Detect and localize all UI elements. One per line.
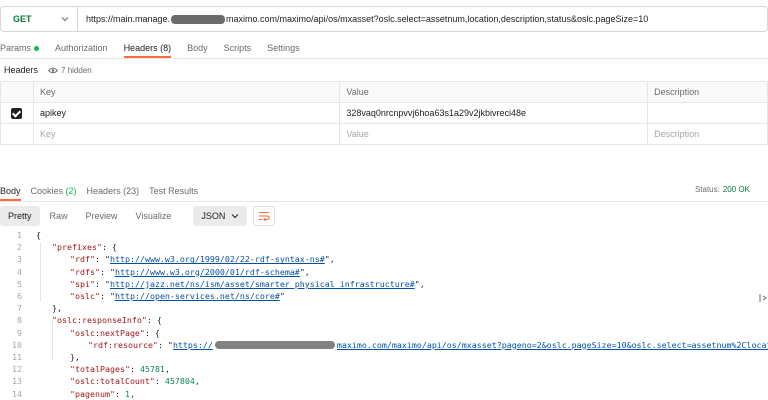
line-number: 4 bbox=[17, 266, 22, 277]
request-tabs: Params Authorization Headers (8) Body Sc… bbox=[0, 40, 316, 58]
new-key-input[interactable]: Key bbox=[32, 123, 341, 145]
line-number: 11 bbox=[12, 352, 22, 362]
line-number: 2 bbox=[17, 242, 22, 253]
status-value: 200 OK bbox=[722, 185, 750, 194]
code-line: "rdf:resource": "https://maximo.com/maxi… bbox=[88, 339, 768, 350]
column-header-value: Value bbox=[339, 81, 649, 103]
code-line: "prefixes": { bbox=[52, 242, 117, 253]
view-visualize-button[interactable]: Visualize bbox=[128, 206, 180, 226]
url-prefix: https://main.manage. bbox=[86, 14, 171, 24]
code-line: "rdfs": "http://www.w3.org/2000/01/rdf-s… bbox=[70, 266, 310, 277]
line-number: 10 bbox=[12, 339, 22, 350]
line-number: 14 bbox=[12, 388, 22, 399]
tab-scripts[interactable]: Scripts bbox=[224, 43, 252, 53]
divider bbox=[0, 201, 768, 202]
redacted-block bbox=[214, 341, 335, 350]
line-number: 6 bbox=[17, 291, 22, 301]
table-header-row: Key Value Description bbox=[0, 81, 768, 103]
tab-response-headers[interactable]: Headers (23) bbox=[87, 186, 140, 196]
tab-headers[interactable]: Headers (8) bbox=[123, 43, 171, 58]
url-input[interactable]: https://main.manage. maximo.com/maximo/a… bbox=[77, 6, 768, 32]
wrap-lines-icon bbox=[259, 211, 270, 221]
tab-body[interactable]: Body bbox=[187, 43, 208, 53]
status-label: Status: bbox=[694, 185, 720, 194]
hidden-count: 7 hidden bbox=[61, 65, 92, 75]
method-select[interactable]: GET bbox=[0, 6, 77, 32]
code-line: }, bbox=[52, 303, 62, 314]
line-number: 1 bbox=[17, 230, 22, 240]
tab-response-body[interactable]: Body bbox=[0, 186, 21, 201]
tab-test-results[interactable]: Test Results bbox=[149, 186, 198, 196]
headers-title: Headers bbox=[4, 65, 39, 75]
code-line: "oslc": "http://open-services.net/ns/cor… bbox=[70, 291, 285, 301]
code-line: "oslc:totalCount": 457804, bbox=[70, 376, 200, 387]
response-view-toolbar: Pretty Raw Preview Visualize JSON bbox=[0, 205, 768, 227]
url-bar: GET https://main.manage. maximo.com/maxi… bbox=[0, 6, 768, 32]
tab-params[interactable]: Params bbox=[0, 43, 40, 53]
tab-cookies[interactable]: Cookies (2) bbox=[31, 186, 77, 196]
column-header-key: Key bbox=[32, 81, 341, 103]
code-line: "oslc:nextPage": { bbox=[70, 327, 160, 338]
checkbox-column-header bbox=[0, 81, 34, 103]
new-value-input[interactable]: Value bbox=[339, 123, 649, 145]
tab-settings[interactable]: Settings bbox=[267, 43, 300, 53]
row-checkbox-cell bbox=[0, 102, 34, 124]
code-line: "pagenum": 1, bbox=[70, 388, 135, 399]
line-number: 7 bbox=[17, 303, 22, 314]
line-number: 12 bbox=[12, 364, 22, 375]
header-value-cell[interactable]: 328vaq0nrcnpvvj6hoa63s1a29v2jkbivreci48e bbox=[339, 102, 649, 124]
url-suffix: maximo.com/maximo/api/os/mxasset?oslc.se… bbox=[226, 14, 649, 24]
active-dot-icon bbox=[34, 46, 40, 52]
method-label: GET bbox=[13, 14, 32, 24]
chevron-down-icon bbox=[61, 17, 69, 22]
status-indicator: Status: 200 OK bbox=[695, 185, 750, 194]
table-row: apikey 328vaq0nrcnpvvj6hoa63s1a29v2jkbiv… bbox=[0, 102, 768, 124]
code-line: "rdf": "http://www.w3.org/1999/02/22-rdf… bbox=[70, 254, 335, 265]
indent-guide bbox=[40, 242, 41, 302]
line-number: 5 bbox=[17, 278, 22, 289]
headers-subheader: Headers 7 hidden bbox=[4, 63, 92, 77]
format-label: JSON bbox=[201, 211, 226, 221]
eye-icon bbox=[48, 67, 59, 73]
code-line: "spi": "http://jazz.net/ns/ism/asset/sma… bbox=[70, 278, 425, 289]
hidden-headers-toggle[interactable]: 7 hidden bbox=[48, 66, 92, 75]
row-checkbox-cell bbox=[0, 123, 34, 145]
code-line: { bbox=[36, 230, 41, 240]
line-number: 3 bbox=[17, 254, 22, 265]
headers-table: Key Value Description apikey 328vaq0nrcn… bbox=[0, 81, 768, 145]
collapse-panel-icon[interactable] bbox=[758, 292, 768, 304]
response-tabs: Body Cookies (2) Headers (23) Test Resul… bbox=[0, 184, 208, 201]
code-line: }, bbox=[70, 352, 80, 362]
header-description-cell[interactable] bbox=[647, 102, 768, 124]
view-preview-button[interactable]: Preview bbox=[78, 206, 126, 226]
tab-authorization[interactable]: Authorization bbox=[55, 43, 108, 53]
code-line: "oslc:responseInfo": { bbox=[52, 315, 162, 326]
new-description-input[interactable]: Description bbox=[647, 123, 768, 145]
enabled-checkbox[interactable] bbox=[11, 107, 23, 119]
indent-guide bbox=[52, 321, 53, 361]
wrap-lines-button[interactable] bbox=[253, 206, 276, 226]
column-header-description: Description bbox=[647, 81, 768, 103]
response-body-code[interactable]: 1 2 3 4 5 6 7 8 9 10 11 12 13 14 { "pref… bbox=[0, 230, 768, 400]
header-key-cell[interactable]: apikey bbox=[32, 102, 341, 124]
format-select[interactable]: JSON bbox=[193, 206, 248, 226]
chevron-down-icon bbox=[232, 214, 239, 219]
code-line: "totalPages": 45781, bbox=[70, 364, 170, 375]
line-number: 8 bbox=[17, 315, 22, 326]
table-row-empty: Key Value Description bbox=[0, 123, 768, 145]
divider bbox=[0, 58, 768, 59]
redacted-block bbox=[171, 14, 226, 24]
line-number: 9 bbox=[17, 327, 22, 338]
view-raw-button[interactable]: Raw bbox=[42, 206, 76, 226]
line-number: 13 bbox=[12, 376, 22, 387]
view-pretty-button[interactable]: Pretty bbox=[0, 206, 40, 226]
